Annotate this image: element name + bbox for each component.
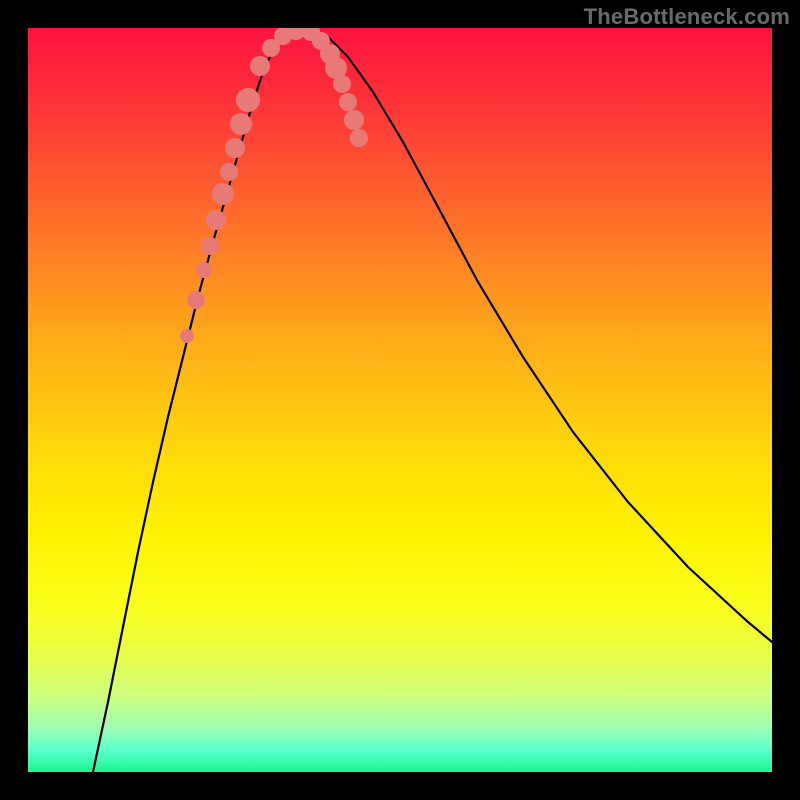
watermark-text: TheBottleneck.com	[584, 4, 790, 30]
curve-marker	[339, 93, 357, 111]
curve-marker	[206, 210, 226, 230]
curve-marker	[201, 237, 219, 255]
curve-marker	[212, 183, 234, 205]
bottleneck-curve	[93, 30, 772, 772]
curve-marker	[230, 113, 252, 135]
plot-area	[28, 28, 772, 772]
curve-marker	[187, 291, 205, 309]
curve-marker	[250, 56, 270, 76]
chart-frame: TheBottleneck.com	[0, 0, 800, 800]
curve-marker	[333, 75, 351, 93]
curve-marker	[196, 262, 212, 278]
curve-marker	[180, 329, 194, 343]
curve-marker	[350, 129, 368, 147]
curve-marker	[220, 163, 238, 181]
curve-marker	[236, 88, 260, 112]
curve-marker	[344, 110, 364, 130]
curve-marker	[225, 138, 245, 158]
chart-svg	[28, 28, 772, 772]
marker-group	[180, 28, 368, 343]
